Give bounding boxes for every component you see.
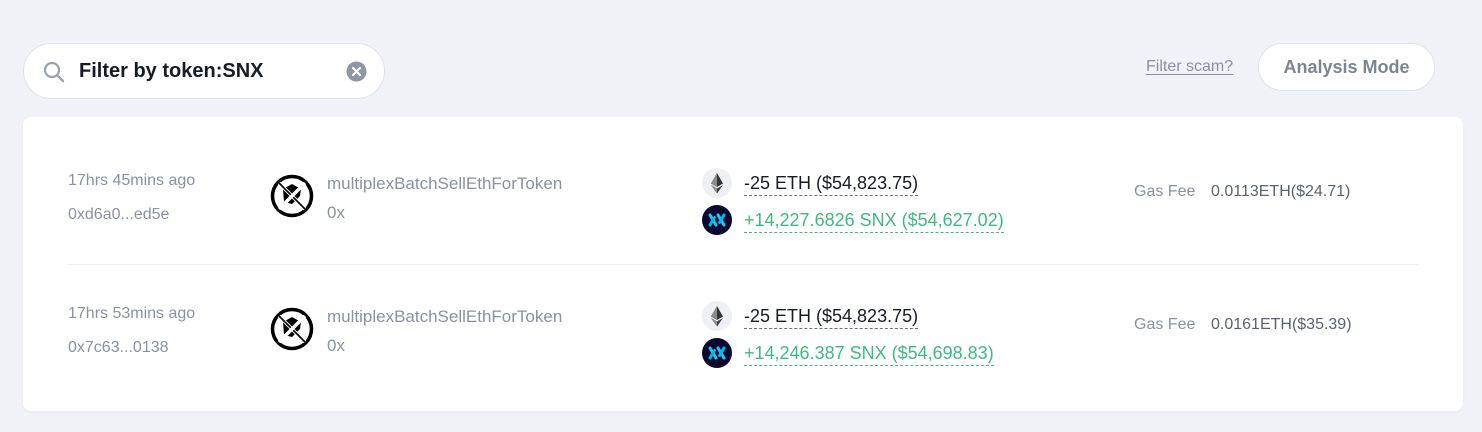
tx-method: multiplexBatchSellEthForToken [327,174,563,193]
toolbar: Filter scam? Analysis Mode [0,0,1482,116]
filter-scam-link[interactable]: Filter scam? [1146,58,1233,76]
tx-received-amount[interactable]: +14,246.387 SNX ($54,698.83) [744,342,994,366]
0x-protocol-icon [270,174,314,218]
gas-fee-label: Gas Fee [1134,183,1196,200]
transaction-row[interactable]: 17hrs 45mins ago 0xd6a0...ed5e multiplex… [68,132,1418,264]
eth-icon [702,168,732,198]
0x-protocol-icon [270,307,314,351]
search-box[interactable] [23,43,385,99]
tx-sent-amount[interactable]: -25 ETH ($54,823.75) [744,305,919,329]
transactions-card: 17hrs 45mins ago 0xd6a0...ed5e multiplex… [23,117,1463,411]
search-icon [43,61,65,83]
tx-hash-link[interactable]: 0x7c63...0138 [68,339,169,357]
tx-protocol: 0x [327,336,345,355]
gas-fee-label: Gas Fee [1134,316,1196,333]
snx-icon [702,338,732,368]
tx-time: 17hrs 53mins ago [68,305,196,322]
tx-hash-link[interactable]: 0xd6a0...ed5e [68,206,169,224]
transaction-row[interactable]: 17hrs 53mins ago 0x7c63...0138 multiplex… [68,265,1418,397]
clear-icon [346,61,367,82]
tx-time: 17hrs 45mins ago [68,172,196,189]
clear-search-button[interactable] [346,61,367,82]
tx-sent-amount[interactable]: -25 ETH ($54,823.75) [744,172,919,196]
tx-protocol: 0x [327,203,345,222]
search-input[interactable] [79,44,349,98]
eth-icon [702,301,732,331]
tx-received-amount[interactable]: +14,227.6826 SNX ($54,627.02) [744,209,1004,233]
gas-fee-value: 0.0113ETH($24.71) [1211,183,1351,200]
analysis-mode-button[interactable]: Analysis Mode [1258,43,1435,91]
snx-icon [702,205,732,235]
tx-method: multiplexBatchSellEthForToken [327,307,563,326]
gas-fee-value: 0.0161ETH($35.39) [1211,316,1352,333]
